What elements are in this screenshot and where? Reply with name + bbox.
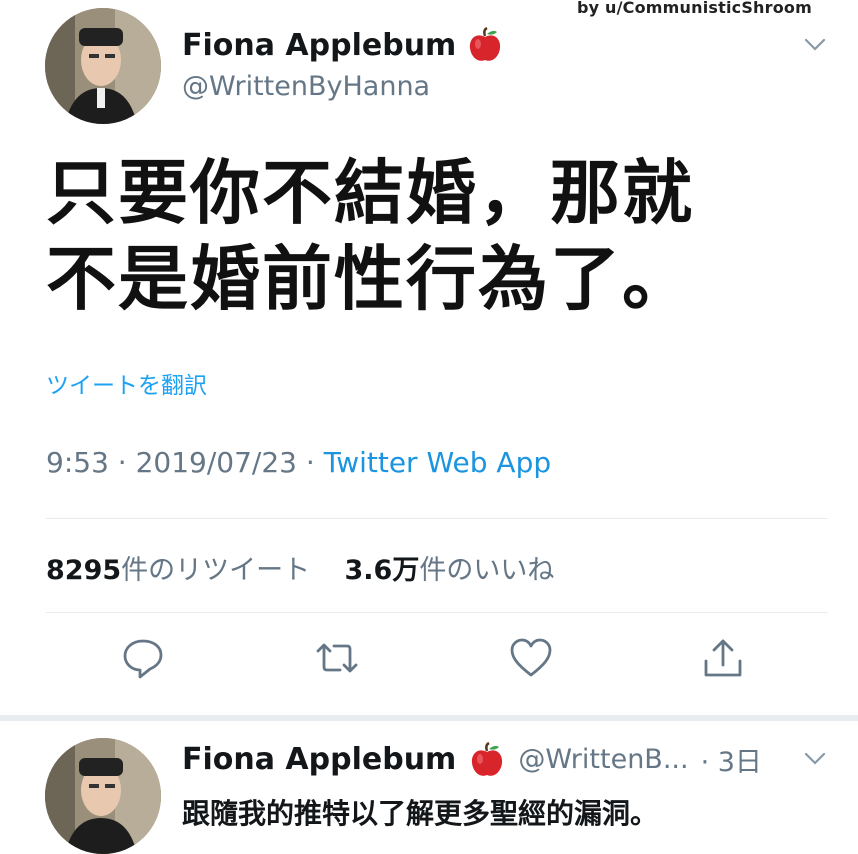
divider (46, 518, 828, 519)
red-apple-icon (466, 26, 504, 64)
like-label: 件のいいね (419, 555, 555, 586)
tweet-age: · 3日 (700, 747, 762, 778)
tweet-text: 只要你不結婚，那就 不是婚前性行為了。 (46, 150, 806, 322)
display-name-text: Fiona Applebum (182, 27, 457, 63)
tweet-date[interactable]: 2019/07/23 (136, 446, 297, 479)
avatar[interactable] (45, 738, 161, 854)
retweet-label: 件のリツイート (121, 555, 311, 586)
tweet-source-link[interactable]: Twitter Web App (324, 446, 551, 479)
reply-icon[interactable] (120, 635, 166, 681)
red-apple-icon (468, 741, 506, 779)
reply-text: 跟隨我的推特以了解更多聖經的漏洞。 (182, 797, 659, 830)
user-handle[interactable]: @WrittenByHanna (182, 71, 430, 102)
display-name[interactable]: Fiona Applebum (182, 26, 504, 64)
like-count: 3.6万 (344, 555, 420, 586)
tweet-time[interactable]: 9:53 (46, 446, 109, 479)
meta-separator: · (305, 446, 315, 479)
tweet-text-line: 不是婚前性行為了。 (46, 238, 694, 320)
chevron-down-icon[interactable] (804, 38, 826, 52)
divider (46, 612, 828, 613)
meta-separator: · (117, 446, 127, 479)
display-name-text[interactable]: Fiona Applebum (182, 742, 456, 777)
retweet-count: 8295 (46, 555, 122, 586)
retweet-stat[interactable]: 8295件のリツイート (46, 555, 310, 586)
tweet-meta: 9:53 · 2019/07/23 · Twitter Web App (46, 446, 551, 479)
watermark-text: by u/CommunisticShroom (576, 0, 812, 17)
tweet-actions (0, 635, 858, 695)
reply-header: Fiona Applebum @WrittenB... · 3日 (182, 740, 762, 779)
retweet-icon[interactable] (314, 635, 360, 681)
avatar[interactable] (45, 8, 161, 124)
share-icon[interactable] (700, 635, 746, 681)
heart-icon[interactable] (508, 635, 554, 681)
user-handle[interactable]: @WrittenB... (518, 744, 688, 775)
tweet-text-line: 只要你不結婚，那就 (46, 152, 694, 234)
thread-divider (0, 715, 858, 721)
translate-tweet-link[interactable]: ツイートを翻訳 (46, 366, 207, 400)
like-stat[interactable]: 3.6万件のいいね (345, 555, 555, 586)
tweet-stats: 8295件のリツイート 3.6万件のいいね (46, 548, 554, 587)
chevron-down-icon[interactable] (804, 752, 826, 766)
